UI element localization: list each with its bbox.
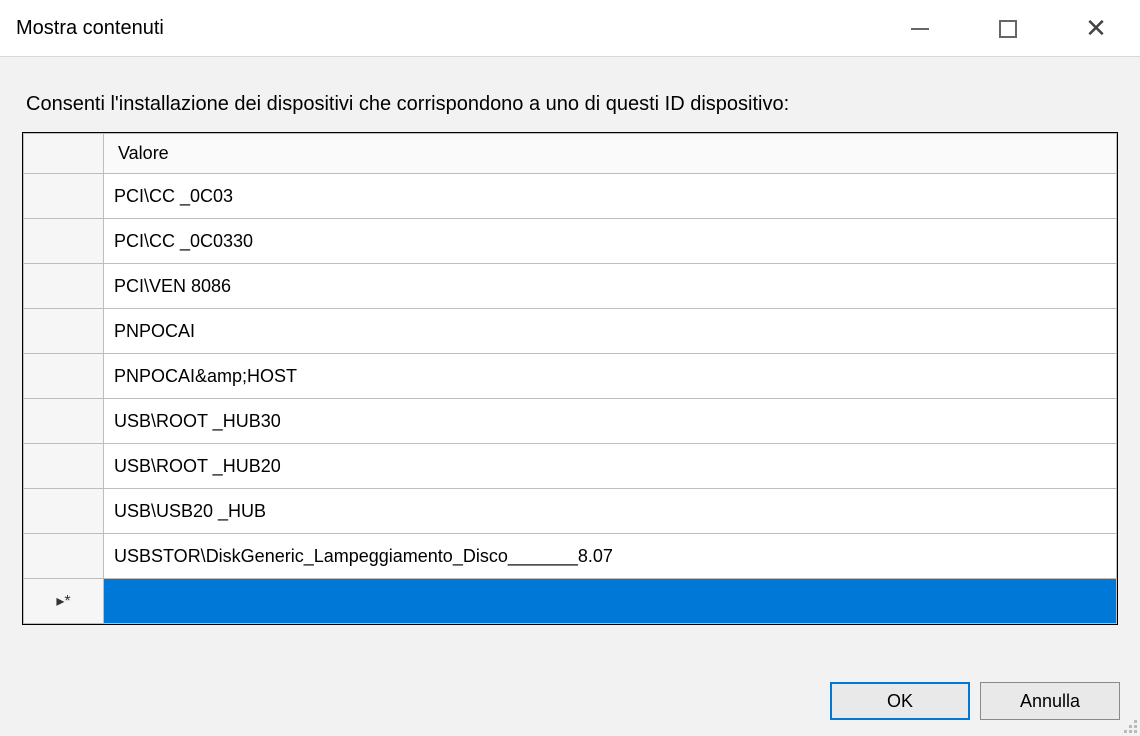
row-selector[interactable]: [24, 219, 104, 264]
cancel-button[interactable]: Annulla: [980, 682, 1120, 720]
cell-value[interactable]: PNPOCAI&amp;HOST: [104, 354, 1117, 399]
table-row[interactable]: PCI\VEN 8086: [24, 264, 1117, 309]
new-row-input[interactable]: [104, 579, 1117, 624]
table-row[interactable]: PNPOCAI&amp;HOST: [24, 354, 1117, 399]
new-row-indicator[interactable]: ▸*: [24, 579, 104, 624]
table-row[interactable]: USBSTOR\DiskGeneric_Lampeggiamento_Disco…: [24, 534, 1117, 579]
column-header-value[interactable]: Valore: [104, 134, 1117, 174]
row-selector[interactable]: [24, 489, 104, 534]
cell-value[interactable]: USB\ROOT _HUB20: [104, 444, 1117, 489]
row-selector[interactable]: [24, 444, 104, 489]
table-row[interactable]: USB\USB20 _HUB: [24, 489, 1117, 534]
row-selector[interactable]: [24, 264, 104, 309]
cell-value[interactable]: PCI\VEN 8086: [104, 264, 1117, 309]
table-row[interactable]: PCI\CC _0C0330: [24, 219, 1117, 264]
minimize-icon: [911, 28, 929, 30]
minimize-button[interactable]: [876, 0, 964, 57]
row-selector[interactable]: [24, 534, 104, 579]
cell-value[interactable]: USB\ROOT _HUB30: [104, 399, 1117, 444]
maximize-icon: [999, 20, 1017, 38]
cell-value[interactable]: USBSTOR\DiskGeneric_Lampeggiamento_Disco…: [104, 534, 1117, 579]
table-row[interactable]: USB\ROOT _HUB30: [24, 399, 1117, 444]
content-area: Consenti l'installazione dei dispositivi…: [0, 57, 1140, 666]
dialog-window: Mostra contenuti ✕ Consenti l'installazi…: [0, 0, 1140, 736]
row-header-blank: [24, 134, 104, 174]
table-row[interactable]: PCI\CC _0C03: [24, 174, 1117, 219]
close-button[interactable]: ✕: [1052, 0, 1140, 57]
device-id-grid[interactable]: Valore PCI\CC _0C03 PCI\CC _0C0330 PCI\V…: [22, 132, 1118, 625]
titlebar: Mostra contenuti ✕: [0, 0, 1140, 57]
row-selector[interactable]: [24, 174, 104, 219]
window-title: Mostra contenuti: [16, 17, 164, 40]
maximize-button[interactable]: [964, 0, 1052, 57]
row-selector[interactable]: [24, 309, 104, 354]
table-row[interactable]: USB\ROOT _HUB20: [24, 444, 1117, 489]
window-controls: ✕: [876, 0, 1140, 57]
close-icon: ✕: [1085, 13, 1107, 44]
row-selector[interactable]: [24, 354, 104, 399]
new-row[interactable]: ▸*: [24, 579, 1117, 624]
table-row[interactable]: PNPOCAI: [24, 309, 1117, 354]
cell-value[interactable]: PNPOCAI: [104, 309, 1117, 354]
ok-button[interactable]: OK: [830, 682, 970, 720]
cell-value[interactable]: USB\USB20 _HUB: [104, 489, 1117, 534]
row-selector[interactable]: [24, 399, 104, 444]
cell-value[interactable]: PCI\CC _0C0330: [104, 219, 1117, 264]
instruction-text: Consenti l'installazione dei dispositivi…: [26, 93, 1114, 116]
cell-value[interactable]: PCI\CC _0C03: [104, 174, 1117, 219]
dialog-footer: OK Annulla: [0, 666, 1140, 736]
